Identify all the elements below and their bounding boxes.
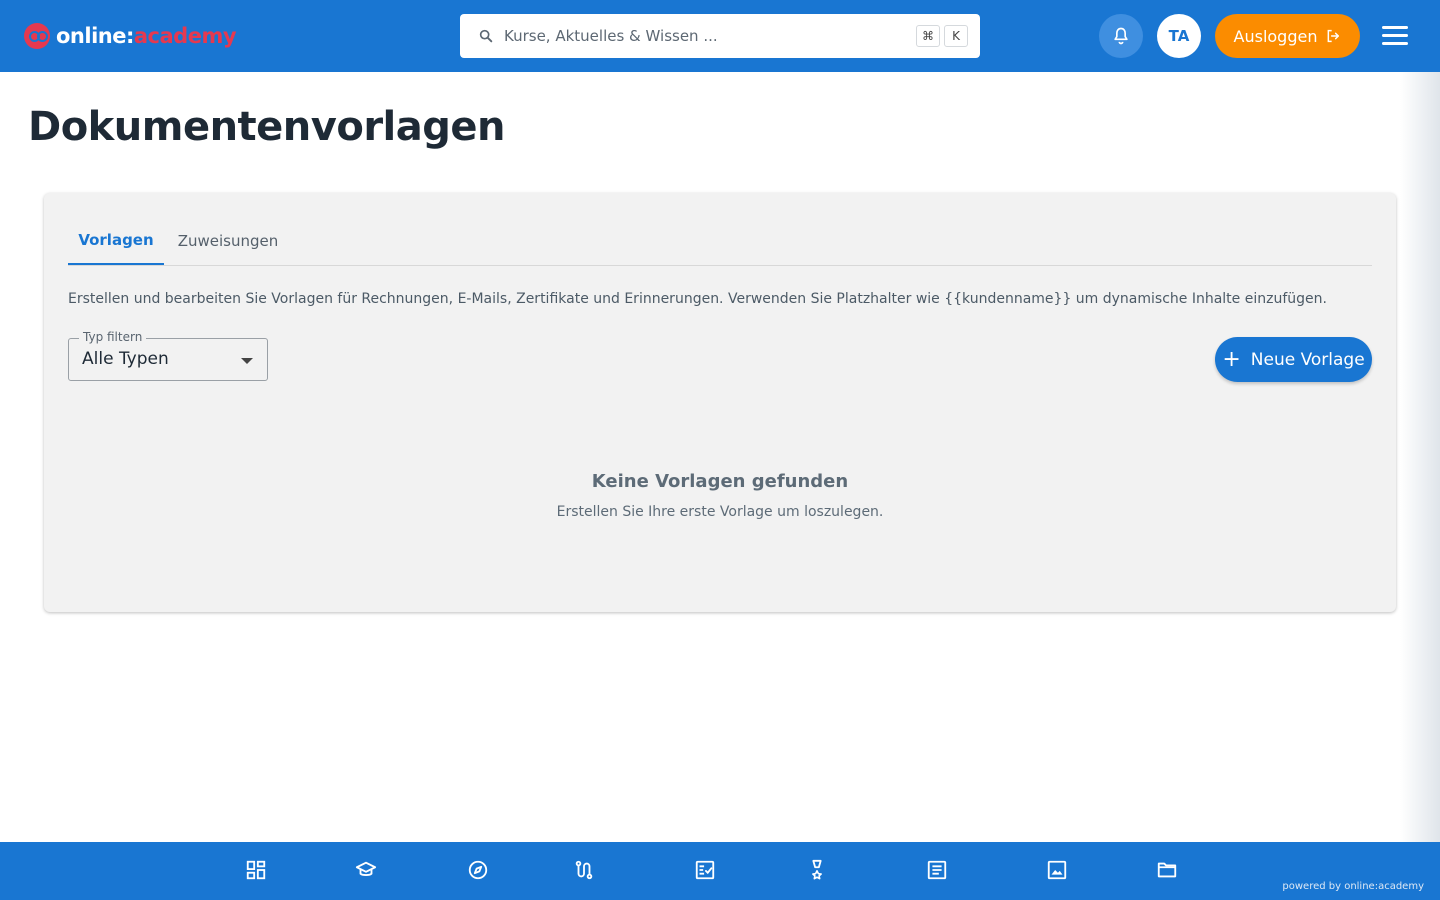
new-template-label: Neue Vorlage	[1250, 349, 1365, 370]
templates-card: Vorlagen Zuweisungen Erstellen und bearb…	[44, 193, 1396, 612]
description-text: Erstellen und bearbeiten Sie Vorlagen fü…	[68, 291, 1327, 307]
tab-zuweisungen[interactable]: Zuweisungen	[172, 217, 284, 265]
empty-state-title: Keine Vorlagen gefunden	[591, 471, 849, 492]
compass-icon[interactable]	[467, 859, 489, 881]
type-filter-label: Typ filtern	[79, 330, 147, 344]
top-app-bar: online:academy ⌘ K TA Ausloggen	[0, 0, 1440, 72]
logo-mark-icon	[24, 23, 50, 49]
hamburger-menu-icon[interactable]	[1380, 24, 1410, 48]
notifications-button[interactable]	[1099, 14, 1143, 58]
logo-text: online:academy	[56, 24, 237, 48]
plus-icon: +	[1222, 346, 1241, 372]
empty-state-subtitle: Erstellen Sie Ihre erste Vorlage um losz…	[556, 504, 884, 520]
image-icon[interactable]	[1046, 859, 1068, 881]
dashboard-icon[interactable]	[245, 859, 267, 881]
page-title: Dokumentenvorlagen	[28, 104, 506, 150]
drawer-shadow	[1400, 72, 1440, 842]
chevron-down-icon	[241, 358, 253, 364]
tab-bar: Vorlagen Zuweisungen	[68, 217, 1372, 266]
search-input[interactable]	[504, 14, 904, 58]
new-template-button[interactable]: + Neue Vorlage	[1215, 337, 1372, 382]
search-bar[interactable]: ⌘ K	[460, 14, 980, 58]
checklist-icon[interactable]	[694, 859, 716, 881]
award-icon[interactable]	[806, 859, 828, 881]
avatar[interactable]: TA	[1157, 14, 1201, 58]
logout-icon	[1328, 29, 1340, 43]
logout-button[interactable]: Ausloggen	[1215, 14, 1360, 58]
bottom-nav: powered by online:academy	[0, 842, 1440, 900]
bell-icon	[1114, 27, 1128, 45]
folder-icon[interactable]	[1156, 859, 1178, 881]
shortcut-key-k: K	[944, 25, 968, 47]
powered-by-text: powered by online:academy	[1282, 881, 1424, 892]
tab-vorlagen[interactable]: Vorlagen	[68, 217, 164, 265]
logout-label: Ausloggen	[1233, 26, 1318, 46]
graduation-cap-icon[interactable]	[355, 859, 377, 881]
type-filter-value: Alle Typen	[82, 349, 169, 369]
logo[interactable]: online:academy	[24, 20, 237, 52]
article-icon[interactable]	[926, 859, 948, 881]
shortcut-key-cmd: ⌘	[916, 25, 940, 47]
route-icon[interactable]	[573, 859, 595, 881]
type-filter-select[interactable]: Typ filtern Alle Typen	[68, 330, 268, 381]
search-icon	[479, 29, 493, 43]
